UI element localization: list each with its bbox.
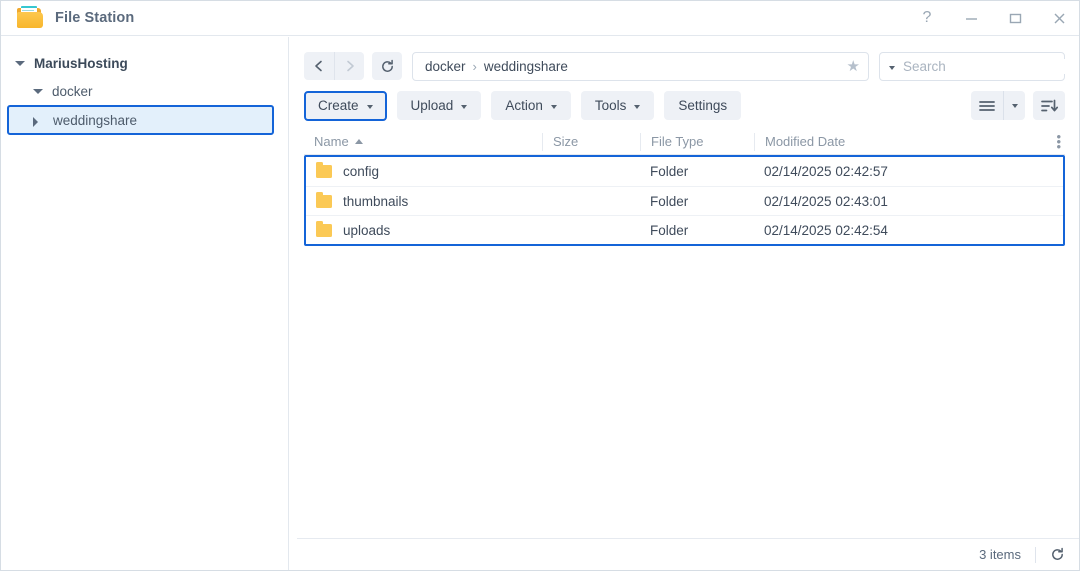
create-button-label: Create [318,98,359,113]
file-type-cell: Folder [650,222,689,238]
page-title: File Station [55,10,135,26]
refresh-button[interactable] [372,52,402,80]
search-box[interactable] [879,51,1079,81]
action-button-label: Action [505,98,543,113]
chevron-down-icon[interactable] [1003,91,1025,120]
maximize-icon[interactable] [993,1,1037,36]
table-row[interactable]: thumbnails Folder 02/14/2025 02:43:01 [306,186,1063,215]
upload-button[interactable]: Upload [396,91,482,120]
address-row: docker › weddingshare ★ [290,37,1079,83]
status-bar: 3 items [297,538,1079,570]
file-name-label: thumbnails [343,193,409,209]
folder-icon [17,6,43,30]
sort-descending-icon[interactable] [1033,91,1065,120]
file-date-cell: 02/14/2025 02:42:54 [764,222,888,238]
breadcrumb-separator: › [472,58,477,74]
breadcrumb-item-weddingshare[interactable]: weddingshare [484,59,568,74]
search-input[interactable] [903,58,1079,74]
file-name-cell[interactable]: config [306,162,542,179]
settings-button-label: Settings [678,98,728,113]
file-list: config Folder 02/14/2025 02:42:57 thumbn… [304,155,1065,246]
main-panel: docker › weddingshare ★ Create Upl [290,37,1079,570]
table-row[interactable]: config Folder 02/14/2025 02:42:57 [306,157,1063,186]
tools-button-label: Tools [594,98,627,113]
close-icon[interactable] [1037,1,1079,36]
minimize-icon[interactable] [949,1,993,36]
sidebar-item-mariushosting[interactable]: MariusHosting [1,49,288,77]
sidebar: MariusHosting docker weddingshare [1,37,289,570]
chevron-right-icon[interactable] [31,116,43,128]
divider [1035,546,1036,563]
chevron-down-icon [634,104,641,109]
chevron-down-icon [366,104,373,109]
chevron-down-icon [550,104,557,109]
folder-icon [316,162,332,178]
view-controls [971,91,1065,120]
status-refresh-button[interactable] [1050,547,1065,562]
file-date-cell: 02/14/2025 02:43:01 [764,193,888,209]
navigation-buttons [304,52,364,80]
file-name-cell[interactable]: uploads [306,220,542,238]
file-name-cell[interactable]: thumbnails [306,191,542,209]
star-icon[interactable]: ★ [847,59,860,74]
window-controls: ? [905,1,1079,36]
back-button[interactable] [304,52,334,80]
create-button[interactable]: Create [304,90,387,121]
table-row[interactable]: uploads Folder 02/14/2025 02:42:54 [306,215,1063,244]
item-count-label: 3 items [979,547,1021,562]
file-station-window: File Station ? MariusHosting docker wedd [0,0,1080,571]
tools-button[interactable]: Tools [580,91,655,120]
settings-button[interactable]: Settings [664,91,742,120]
more-options-icon[interactable]: • • • [1056,130,1065,153]
sort-ascending-icon [354,139,363,144]
view-mode-group [971,91,1025,120]
folder-icon [316,191,332,208]
column-header-name-label: Name [314,134,349,149]
chevron-down-icon[interactable] [33,85,45,97]
column-header-modified-date[interactable]: Modified Date • • • [754,130,1065,153]
file-name-label: config [343,164,380,179]
title-bar: File Station ? [1,1,1079,36]
toolbar: Create Upload Action Tools Settings [290,83,1079,123]
column-header-size[interactable]: Size [542,132,640,151]
chevron-down-icon[interactable] [889,66,895,70]
forward-button[interactable] [334,52,364,80]
help-icon[interactable]: ? [905,1,949,36]
chevron-down-icon[interactable] [15,57,27,69]
column-header-name[interactable]: Name [304,133,542,151]
sidebar-item-weddingshare[interactable]: weddingshare [7,105,274,135]
chevron-down-icon [461,104,468,109]
breadcrumb[interactable]: docker › weddingshare ★ [412,51,869,81]
upload-button-label: Upload [410,98,454,113]
file-type-cell: Folder [650,164,689,179]
column-headers: Name Size File Type Modified Date • • • [304,129,1065,155]
sidebar-item-label: docker [52,83,93,99]
list-view-icon[interactable] [971,91,1003,120]
file-date-cell: 02/14/2025 02:42:57 [764,164,888,179]
sidebar-item-docker[interactable]: docker [1,77,288,105]
sidebar-item-label: weddingshare [53,112,138,128]
column-header-modified-date-label: Modified Date [765,134,846,149]
column-header-file-type[interactable]: File Type [640,132,754,151]
action-button[interactable]: Action [491,91,571,120]
file-type-cell: Folder [650,193,689,209]
sidebar-item-label: MariusHosting [34,55,128,71]
file-name-label: uploads [343,222,391,238]
breadcrumb-item-docker[interactable]: docker [425,59,466,74]
folder-icon [316,220,332,237]
